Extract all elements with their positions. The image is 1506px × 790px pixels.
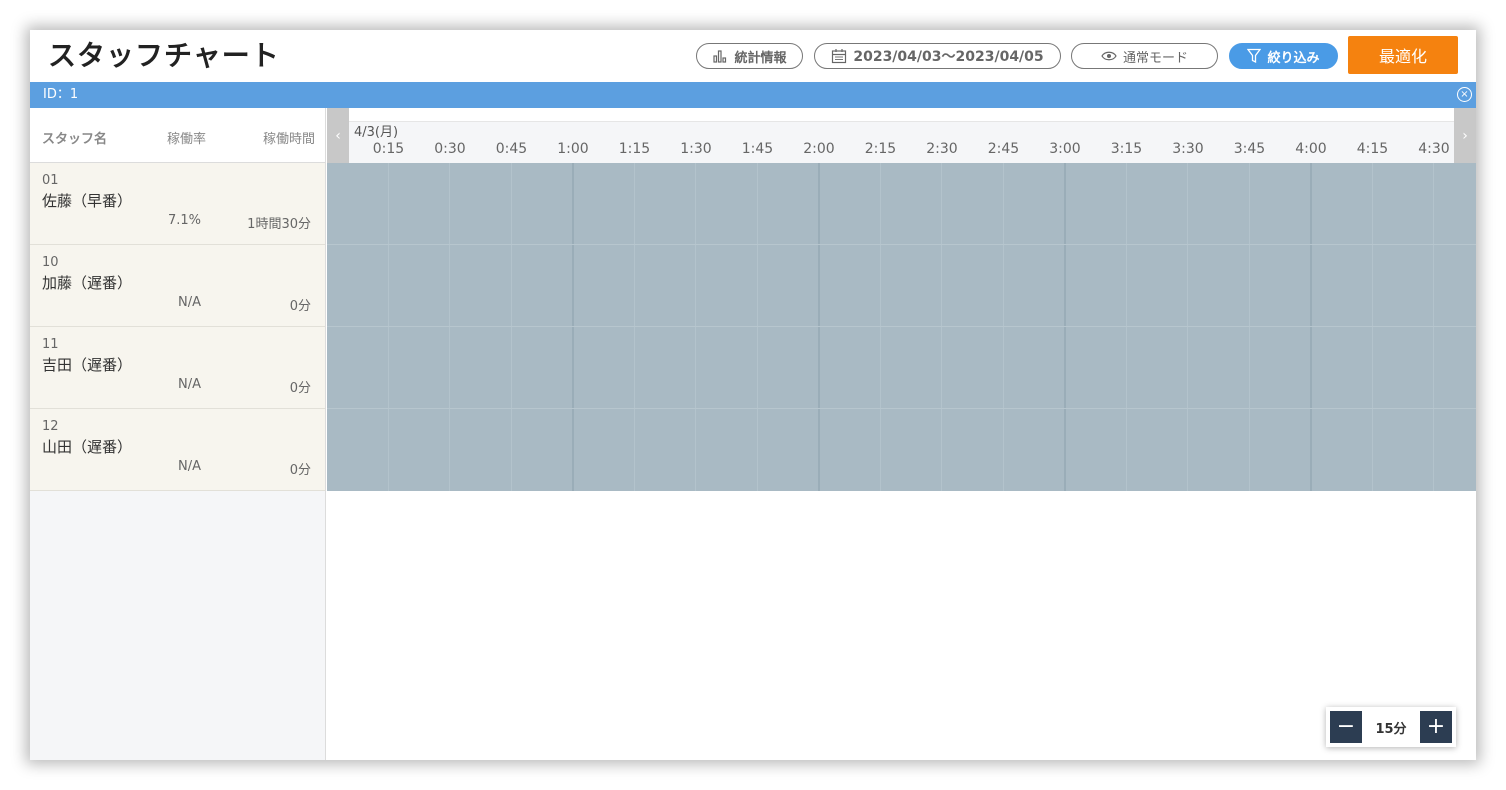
timeline-tick-label: 3:30	[1172, 141, 1204, 157]
close-circle-icon[interactable]: ×	[1457, 87, 1472, 102]
timeline-grid-line	[1433, 163, 1434, 491]
timeline-tick-label: 0:30	[434, 141, 466, 157]
staff-name: 吉田（遅番）	[42, 356, 133, 374]
timeline-grid-line	[633, 163, 635, 491]
staff-time: 0分	[289, 299, 311, 314]
page-title: スタッフチャート	[48, 39, 280, 72]
staff-list-panel: スタッフ名 稼働率 稼働時間 01 佐藤（早番） 7.1% 1時間30分 10 …	[30, 108, 326, 760]
staff-rate: N/A	[178, 377, 201, 392]
staff-row[interactable]: 10 加藤（遅番） N/A 0分	[30, 245, 325, 327]
timeline-grid-line	[818, 163, 820, 491]
staff-name: 佐藤（早番）	[42, 192, 133, 210]
chevron-right-icon[interactable]: ›	[1454, 108, 1476, 163]
timeline-grid-line	[941, 163, 942, 491]
date-range-button[interactable]: 2023/04/03〜2023/04/05	[814, 43, 1061, 69]
timeline-grid-line	[1187, 163, 1188, 491]
staff-rate: N/A	[178, 295, 201, 310]
timeline-grid-line	[695, 163, 696, 491]
timeline-grid-line	[449, 163, 450, 491]
staff-list-header: スタッフ名 稼働率 稼働時間	[30, 108, 325, 163]
filter-label: 絞り込み	[1267, 50, 1320, 66]
staff-id: 12	[42, 419, 59, 434]
column-header-work-time[interactable]: 稼働時間	[263, 128, 315, 147]
stats-button[interactable]: 統計情報	[696, 43, 803, 69]
timeline-grid-line	[1002, 163, 1004, 491]
timeline-tick-label: 2:15	[864, 141, 897, 157]
timeline-row-divider	[327, 244, 1476, 245]
timeline-grid-line	[510, 163, 512, 491]
bar-chart-icon	[713, 50, 727, 63]
timeline-tick-label: 0:15	[372, 141, 405, 157]
staff-name: 加藤（遅番）	[42, 274, 133, 292]
staff-chart-window: スタッフチャート 統計情報 2023/04/03〜2023/04/05 通常モー…	[30, 30, 1476, 760]
timeline-tick-label: 3:15	[1110, 141, 1143, 157]
optimize-button[interactable]: 最適化	[1348, 36, 1458, 74]
filter-icon	[1247, 48, 1262, 64]
column-header-staff-name[interactable]: スタッフ名	[42, 128, 107, 147]
timeline-grid-line	[756, 163, 758, 491]
eye-icon	[1101, 51, 1117, 61]
timeline-tick-label: 1:00	[557, 141, 589, 157]
staff-row[interactable]: 11 吉田（遅番） N/A 0分	[30, 327, 325, 409]
staff-id: 01	[42, 173, 59, 188]
timeline-grid-line	[572, 163, 574, 491]
timeline-tick-label: 3:00	[1049, 141, 1081, 157]
zoom-control: − 15分 +	[1326, 707, 1456, 747]
timeline-tick-label: 2:00	[803, 141, 835, 157]
staff-row[interactable]: 01 佐藤（早番） 7.1% 1時間30分	[30, 163, 325, 245]
timeline-tick-label: 1:45	[741, 141, 774, 157]
zoom-out-button[interactable]: −	[1330, 711, 1362, 743]
staff-rate: N/A	[178, 459, 201, 474]
timeline-tick-label: 4:30	[1418, 141, 1450, 157]
date-range-label: 2023/04/03〜2023/04/05	[853, 49, 1044, 65]
staff-time: 1時間30分	[247, 217, 311, 232]
timeline-tick-label: 2:45	[987, 141, 1020, 157]
view-mode-button[interactable]: 通常モード	[1071, 43, 1218, 69]
timeline-tick-label: 0:45	[495, 141, 528, 157]
timeline-grid-line	[387, 163, 389, 491]
timeline-tick-label: 4:00	[1295, 141, 1327, 157]
staff-id: 11	[42, 337, 59, 352]
id-label: ID：1	[43, 87, 79, 102]
timeline-tick-label: 1:30	[680, 141, 712, 157]
timeline-tick-label: 3:45	[1233, 141, 1266, 157]
timeline-grid[interactable]	[327, 163, 1476, 491]
timeline-grid-line	[1371, 163, 1373, 491]
timeline-grid-line	[1125, 163, 1127, 491]
chevron-left-icon[interactable]: ‹	[327, 108, 349, 163]
timeline-date-label: 4/3(月)	[354, 125, 399, 140]
calendar-icon	[832, 49, 847, 64]
timeline-row-divider	[327, 326, 1476, 327]
zoom-level: 15分	[1375, 721, 1407, 737]
timeline-tick-label: 1:15	[618, 141, 651, 157]
timeline-tick-label: 2:30	[926, 141, 958, 157]
staff-rate: 7.1%	[167, 213, 201, 228]
header: スタッフチャート 統計情報 2023/04/03〜2023/04/05 通常モー…	[30, 30, 1476, 82]
column-header-utilization-rate[interactable]: 稼働率	[167, 128, 206, 147]
staff-time: 0分	[289, 463, 311, 478]
timeline-grid-line	[1064, 163, 1066, 491]
staff-row[interactable]: 12 山田（遅番） N/A 0分	[30, 409, 325, 491]
id-bar: ID：1 ×	[30, 82, 1476, 108]
staff-id: 10	[42, 255, 59, 270]
stats-label: 統計情報	[734, 50, 787, 66]
staff-name: 山田（遅番）	[42, 438, 133, 456]
timeline-grid-line	[1310, 163, 1312, 491]
view-mode-label: 通常モード	[1122, 50, 1188, 66]
zoom-in-button[interactable]: +	[1420, 711, 1452, 743]
timeline: 4/3(月) ‹ › 0:15 0:30 0:45 1:00 1:15 1:30 1:45 2…	[327, 108, 1476, 760]
staff-time: 0分	[289, 381, 311, 396]
timeline-row-divider	[327, 408, 1476, 409]
timeline-tick-label: 4:15	[1356, 141, 1389, 157]
timeline-grid-line	[879, 163, 881, 491]
filter-button[interactable]: 絞り込み	[1229, 43, 1338, 69]
timeline-grid-line	[1248, 163, 1250, 491]
timeline-header: 4/3(月) ‹ › 0:15 0:30 0:45 1:00 1:15 1:30 1:45 2…	[327, 108, 1476, 163]
